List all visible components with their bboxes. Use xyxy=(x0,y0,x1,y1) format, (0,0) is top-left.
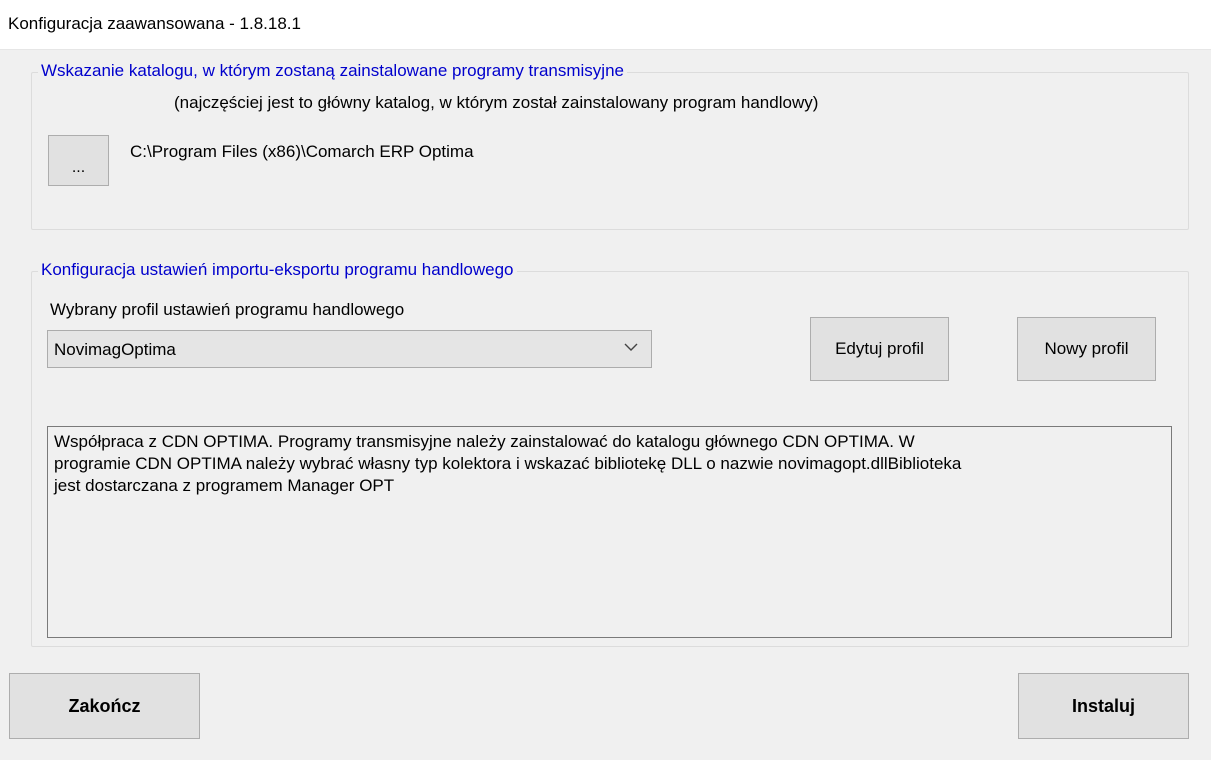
config-groupbox: Konfiguracja ustawień importu-eksportu p… xyxy=(31,260,1189,647)
title-bar: Konfiguracja zaawansowana - 1.8.18.1 xyxy=(0,0,1211,50)
chevron-down-icon xyxy=(624,343,638,351)
directory-groupbox: Wskazanie katalogu, w którym zostaną zai… xyxy=(31,61,1189,230)
profile-select[interactable]: NovimagOptima xyxy=(47,330,652,368)
profile-label: Wybrany profil ustawień programu handlow… xyxy=(50,300,405,319)
window-title: Konfiguracja zaawansowana - 1.8.18.1 xyxy=(8,14,301,33)
install-path: C:\Program Files (x86)\Comarch ERP Optim… xyxy=(130,142,474,161)
close-button[interactable]: Zakończ xyxy=(9,673,200,739)
profile-description[interactable]: Współpraca z CDN OPTIMA. Programy transm… xyxy=(47,426,1172,638)
config-group-legend: Konfiguracja ustawień importu-eksportu p… xyxy=(38,260,517,280)
browse-button[interactable]: ... xyxy=(48,135,109,186)
profile-select-value: NovimagOptima xyxy=(54,340,176,359)
directory-hint: (najczęściej jest to główny katalog, w k… xyxy=(174,93,819,112)
new-profile-button[interactable]: Nowy profil xyxy=(1017,317,1156,381)
dialog-body: Wskazanie katalogu, w którym zostaną zai… xyxy=(0,50,1211,760)
install-button[interactable]: Instaluj xyxy=(1018,673,1189,739)
directory-group-legend: Wskazanie katalogu, w którym zostaną zai… xyxy=(38,61,627,81)
edit-profile-button[interactable]: Edytuj profil xyxy=(810,317,949,381)
